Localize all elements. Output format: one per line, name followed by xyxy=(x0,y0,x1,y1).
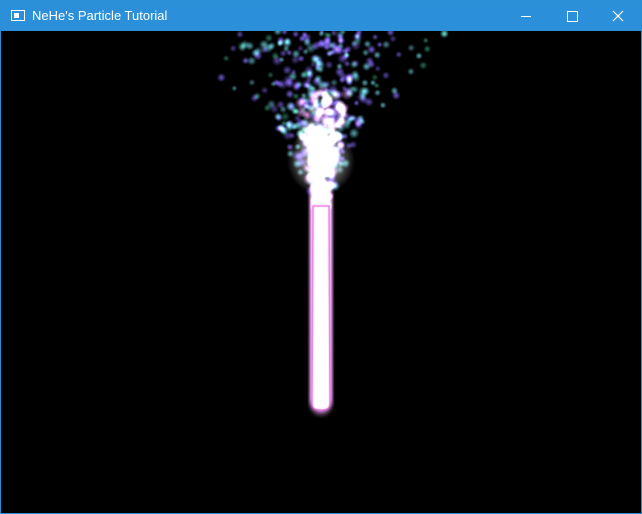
opengl-viewport[interactable] xyxy=(1,31,641,513)
minimize-button[interactable] xyxy=(503,1,549,31)
close-icon xyxy=(612,10,624,22)
minimize-icon xyxy=(521,16,531,17)
window-title: NeHe's Particle Tutorial xyxy=(32,8,168,23)
particle-fountain-canvas xyxy=(1,31,641,513)
title-bar[interactable]: NeHe's Particle Tutorial xyxy=(1,1,641,31)
close-button[interactable] xyxy=(595,1,641,31)
app-window-icon[interactable] xyxy=(11,10,25,21)
maximize-icon xyxy=(567,11,578,22)
application-window: NeHe's Particle Tutorial xyxy=(0,0,642,514)
maximize-button[interactable] xyxy=(549,1,595,31)
